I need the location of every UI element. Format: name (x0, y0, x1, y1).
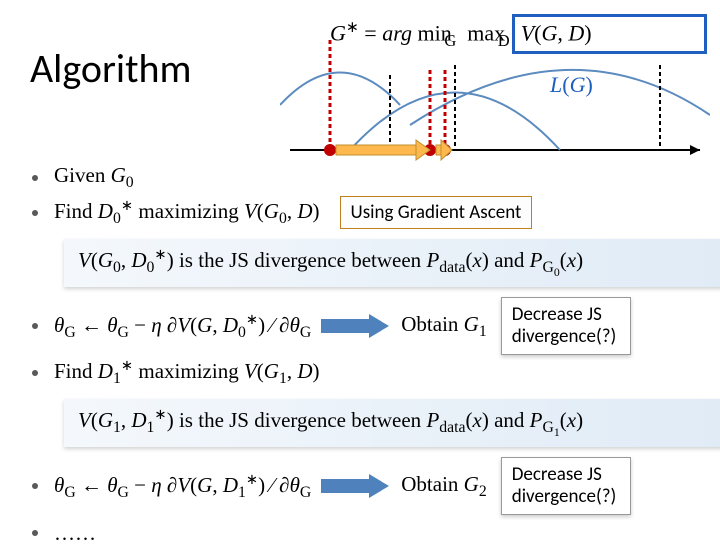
obtain-text: Obtain G2 (401, 472, 486, 501)
bullet-dot (32, 210, 38, 216)
step-text: …… (54, 521, 96, 546)
decrease-js-callout-1: Decrease JS divergence(?) (501, 297, 631, 355)
gradient-ascent-label: Using Gradient Ascent (340, 196, 533, 229)
loss-landscape-diagram (280, 10, 710, 170)
step-update-theta-2: θG ← θG − η ∂V(G, D1∗) ⁄ ∂θG Obtain G2 D… (24, 457, 704, 515)
step-text: Find D1∗ maximizing V(G1, D) (54, 357, 320, 388)
step-find-d0: Find D0∗ maximizing V(G0, D) Using Gradi… (24, 196, 704, 229)
bullet-dot (32, 175, 38, 181)
page-title: Algorithm (30, 44, 191, 93)
step-text: Find D0∗ maximizing V(G0, D) (54, 197, 320, 228)
step-update-theta-1: θG ← θG − η ∂V(G, D0∗) ⁄ ∂θG Obtain G1 D… (24, 297, 704, 355)
js-divergence-note-1: V(G0, D0∗) is the JS divergence between … (64, 239, 720, 287)
step-text: θG ← θG − η ∂V(G, D1∗) ⁄ ∂θG (54, 471, 311, 502)
arrow-icon (321, 474, 391, 498)
decrease-js-callout-2: Decrease JS divergence(?) (501, 457, 631, 515)
step-find-d1: Find D1∗ maximizing V(G1, D) (24, 357, 704, 389)
step-given-g0: Given G0 (24, 162, 704, 194)
step-text: Given G0 (54, 163, 134, 192)
bullet-dot (32, 483, 38, 489)
obtain-text: Obtain G1 (401, 312, 486, 341)
bullet-dot (32, 370, 38, 376)
step-ellipsis: …… (24, 517, 704, 549)
step-text: θG ← θG − η ∂V(G, D0∗) ⁄ ∂θG (54, 311, 311, 342)
algorithm-steps: Given G0 Find D0∗ maximizing V(G0, D) Us… (24, 160, 704, 551)
bullet-dot (32, 530, 38, 536)
arrow-icon (321, 314, 391, 338)
bullet-dot (32, 323, 38, 329)
js-divergence-note-2: V(G1, D1∗) is the JS divergence between … (64, 399, 720, 447)
